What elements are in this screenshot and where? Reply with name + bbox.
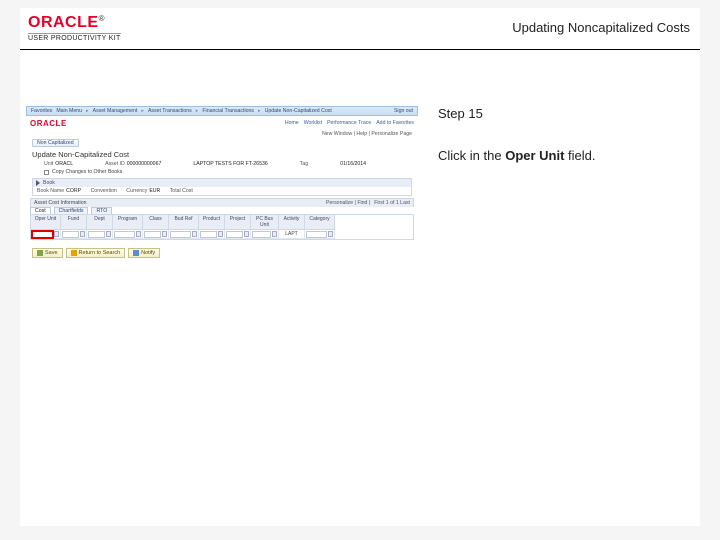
col-class: Class [143, 215, 169, 230]
grid-tab-chartfields[interactable]: Chartfields [54, 207, 89, 214]
cost-grid: Oper Unit Fund Dept Program Class Bud Re… [30, 214, 414, 240]
doc-title: Updating Noncapitalized Costs [512, 20, 690, 35]
col-oper-unit: Oper Unit [31, 215, 61, 230]
mini-oracle-logo: ORACLE [30, 119, 67, 128]
toolbar-link[interactable]: Home [285, 120, 299, 126]
assetid-label: Asset ID [105, 161, 125, 167]
doc-header: ORACLE® USER PRODUCTIVITY KIT Updating N… [20, 8, 700, 50]
tab-non-capitalized[interactable]: Non Capitalized [32, 139, 79, 147]
currency-value: EUR [149, 188, 160, 194]
table-row: LAPT [31, 230, 413, 239]
notify-icon [133, 250, 139, 256]
grid-header-bar: Asset Cost Information Personalize | Fin… [30, 198, 414, 207]
signout-link[interactable]: Sign out [394, 108, 413, 114]
grid-personalize-link[interactable]: Personalize | Find | [326, 200, 370, 206]
lookup-icon[interactable] [162, 231, 167, 237]
oracle-brand-text: ORACLE [28, 14, 99, 31]
col-program: Program [113, 215, 143, 230]
col-dept: Dept [87, 215, 113, 230]
project-field[interactable] [226, 231, 243, 238]
toolbar-link[interactable]: Worklist [304, 120, 322, 126]
lookup-icon[interactable] [192, 231, 197, 237]
lookup-icon[interactable] [272, 231, 277, 237]
unit-label: Unit [44, 161, 53, 167]
triangle-icon [36, 180, 40, 186]
instruction-text: Click in the Oper Unit field. [438, 147, 680, 165]
toolbar-link[interactable]: Add to Favorites [376, 120, 414, 126]
window-links[interactable]: New Window | Help | Personalize Page [26, 130, 418, 138]
notify-button[interactable]: Notify [128, 248, 160, 258]
copy-checkbox[interactable] [44, 170, 49, 175]
col-project: Project [225, 215, 251, 230]
screenshot-thumbnail: Favorites Main Menu▸ Asset Management▸ A… [26, 106, 418, 282]
lookup-icon[interactable] [218, 231, 223, 237]
book-panel-title: Book [43, 180, 55, 186]
save-icon [37, 250, 43, 256]
grid-count: First 1 of 1 Last [374, 200, 410, 206]
oracle-subline: USER PRODUCTIVITY KIT [28, 33, 121, 42]
crumb: Favorites [31, 108, 52, 114]
col-pc-bus-unit: PC Bus Unit [251, 215, 279, 230]
grid-tab-cost[interactable]: Cost [30, 207, 51, 214]
col-activity: Activity [279, 215, 305, 230]
search-icon [71, 250, 77, 256]
lookup-icon[interactable] [54, 231, 59, 237]
tag-label: Tag [300, 161, 308, 167]
fund-field[interactable] [62, 231, 79, 238]
assetid-value: 000000000067 [127, 161, 162, 167]
col-bud-ref: Bud Ref [169, 215, 199, 230]
grid-tab-rto[interactable]: RTO [91, 207, 112, 214]
return-to-search-button[interactable]: Return to Search [66, 248, 126, 258]
lookup-icon[interactable] [136, 231, 141, 237]
lookup-icon[interactable] [244, 231, 249, 237]
class-field[interactable] [144, 231, 161, 238]
lookup-icon[interactable] [106, 231, 111, 237]
page-title: Update Non-Capitalized Cost [26, 148, 418, 160]
date-value: 01/16/2014 [340, 161, 366, 167]
book-name-value: CORP [66, 188, 81, 194]
oper-unit-field[interactable] [32, 231, 53, 238]
crumb: Asset Management [93, 108, 138, 114]
lookup-icon[interactable] [80, 231, 85, 237]
book-name-label: Book Name [37, 188, 64, 194]
copy-label: Copy Changes to Other Books [52, 169, 122, 175]
pc-bus-unit-field[interactable] [252, 231, 271, 238]
asset-desc: LAPTOP TESTS FOR FT-26536 [193, 161, 267, 167]
currency-label: Currency [126, 188, 147, 194]
category-field[interactable] [306, 231, 327, 238]
breadcrumb: Favorites Main Menu▸ Asset Management▸ A… [26, 106, 418, 116]
crumb: Asset Transactions [148, 108, 192, 114]
crumb: Financial Transactions [202, 108, 254, 114]
toolbar-link[interactable]: Performance Trace [327, 120, 371, 126]
activity-value: LAPT [285, 231, 298, 237]
product-field[interactable] [200, 231, 217, 238]
program-field[interactable] [114, 231, 135, 238]
total-cost-label: Total Cost [170, 188, 193, 194]
crumb: Main Menu [56, 108, 82, 114]
lookup-icon[interactable] [328, 231, 333, 237]
book-panel: Book Book Name CORP Convention Currency … [32, 178, 412, 196]
convention-label: Convention [91, 188, 117, 194]
crumb: Update Non-Capitalized Cost [265, 108, 332, 114]
col-category: Category [305, 215, 335, 230]
bud-ref-field[interactable] [170, 231, 191, 238]
oracle-logo: ORACLE® USER PRODUCTIVITY KIT [28, 14, 121, 42]
unit-value: ORACL [55, 161, 73, 167]
save-button[interactable]: Save [32, 248, 63, 258]
col-fund: Fund [61, 215, 87, 230]
col-product: Product [199, 215, 225, 230]
dept-field[interactable] [88, 231, 105, 238]
step-label: Step 15 [438, 106, 680, 121]
grid-section-title: Asset Cost Information [34, 200, 86, 206]
